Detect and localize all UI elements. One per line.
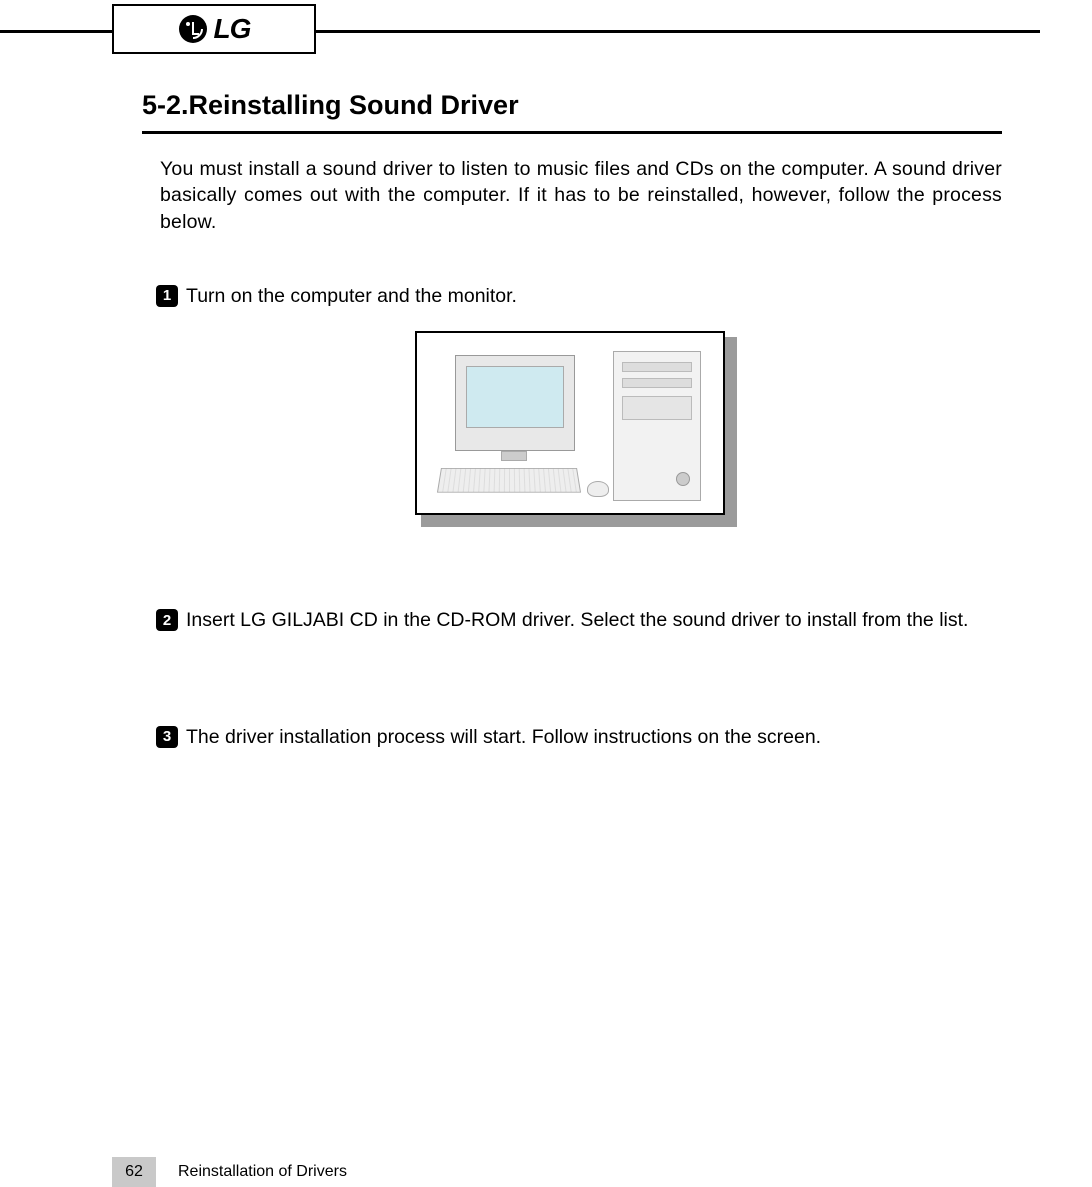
step-3: 3 The driver installation process will s…: [156, 724, 1002, 750]
mouse-icon: [587, 481, 609, 497]
content-area: 5-2.Reinstalling Sound Driver You must i…: [142, 80, 1002, 750]
lg-logo-text: LG: [214, 13, 251, 45]
step-text: Insert LG GILJABI CD in the CD-ROM drive…: [186, 607, 1002, 633]
intro-paragraph: You must install a sound driver to liste…: [160, 156, 1002, 235]
step-number-badge: 1: [156, 285, 178, 307]
step-text: Turn on the computer and the monitor.: [186, 283, 1002, 309]
footer-chapter: Reinstallation of Drivers: [178, 1163, 347, 1181]
section-title: 5-2.Reinstalling Sound Driver: [142, 90, 1002, 121]
monitor-stand: [501, 451, 527, 461]
step-number-badge: 3: [156, 726, 178, 748]
lg-logo: LG: [178, 13, 251, 45]
logo-box: LG: [112, 4, 316, 54]
keyboard-icon: [437, 468, 581, 493]
computer-illustration: [156, 337, 1002, 527]
step-text: The driver installation process will sta…: [186, 724, 1002, 750]
lg-face-icon: [178, 14, 208, 44]
step-number-badge: 2: [156, 609, 178, 631]
page-footer: 62 Reinstallation of Drivers: [112, 1157, 347, 1187]
step-2: 2 Insert LG GILJABI CD in the CD-ROM dri…: [156, 607, 1002, 633]
step-1: 1 Turn on the computer and the monitor.: [156, 283, 1002, 527]
page-number: 62: [112, 1157, 156, 1187]
tower-icon: [613, 351, 701, 501]
title-rule: [142, 131, 1002, 134]
monitor-icon: [455, 355, 575, 451]
